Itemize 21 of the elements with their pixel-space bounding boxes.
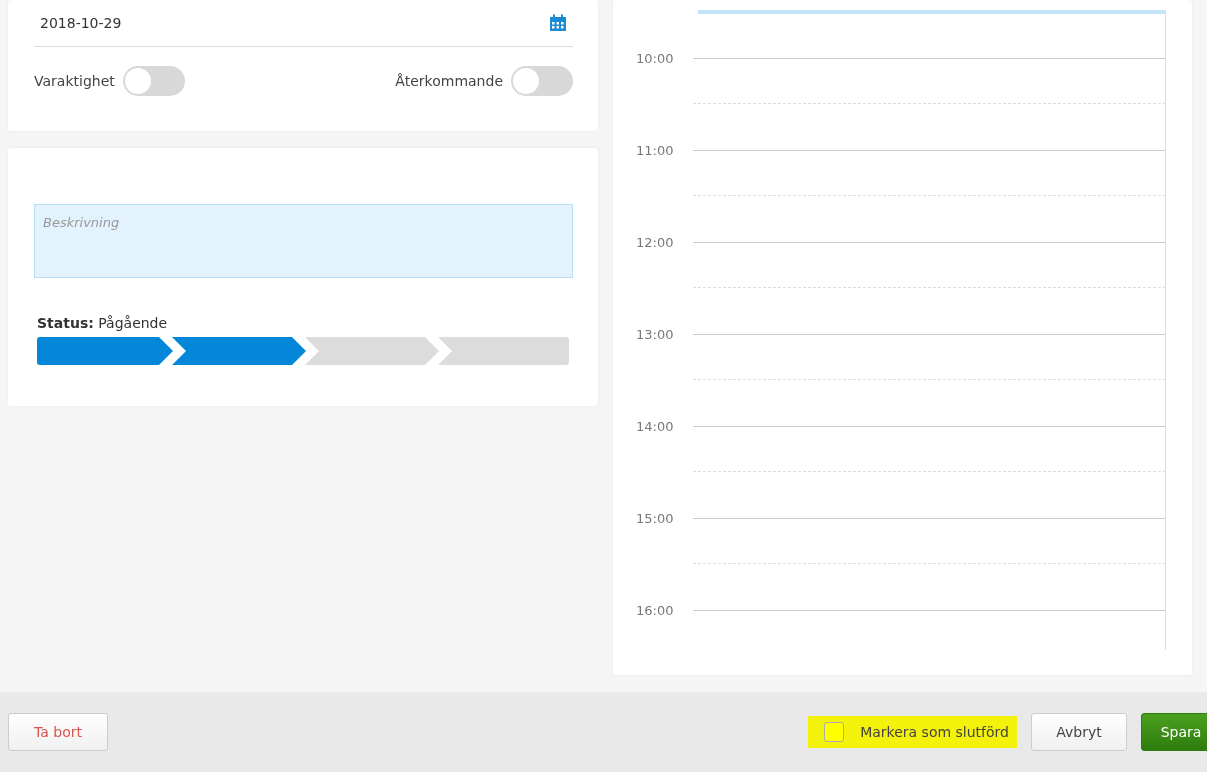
- toggle-label: Återkommande: [395, 73, 503, 89]
- checkbox[interactable]: [824, 722, 845, 742]
- hour-label: 15:00: [636, 510, 675, 526]
- hour-label: 14:00: [636, 418, 675, 434]
- hour-label: 16:00: [636, 602, 675, 618]
- status-label: Status: Pågående: [37, 315, 169, 331]
- hour-label: 10:00: [636, 50, 675, 66]
- toggle-label: Varaktighet: [34, 73, 115, 89]
- checkbox-label[interactable]: Markera som slutförd: [860, 724, 1009, 740]
- description-field[interactable]: Beskrivning: [34, 204, 573, 278]
- toggle-switch[interactable]: [511, 66, 573, 96]
- hour-label: 12:00: [636, 234, 675, 250]
- save-button[interactable]: Spara: [1141, 713, 1207, 751]
- cancel-button[interactable]: Avbryt: [1031, 713, 1127, 751]
- delete-button[interactable]: Ta bort: [8, 713, 108, 751]
- toggle-switch[interactable]: [122, 66, 185, 96]
- hour-label: 13:00: [636, 326, 675, 342]
- hour-label: 11:00: [636, 142, 675, 158]
- calendar-icon[interactable]: [549, 14, 567, 32]
- date-field[interactable]: 2018-10-29: [40, 15, 122, 31]
- calendar-event[interactable]: [698, 10, 1166, 14]
